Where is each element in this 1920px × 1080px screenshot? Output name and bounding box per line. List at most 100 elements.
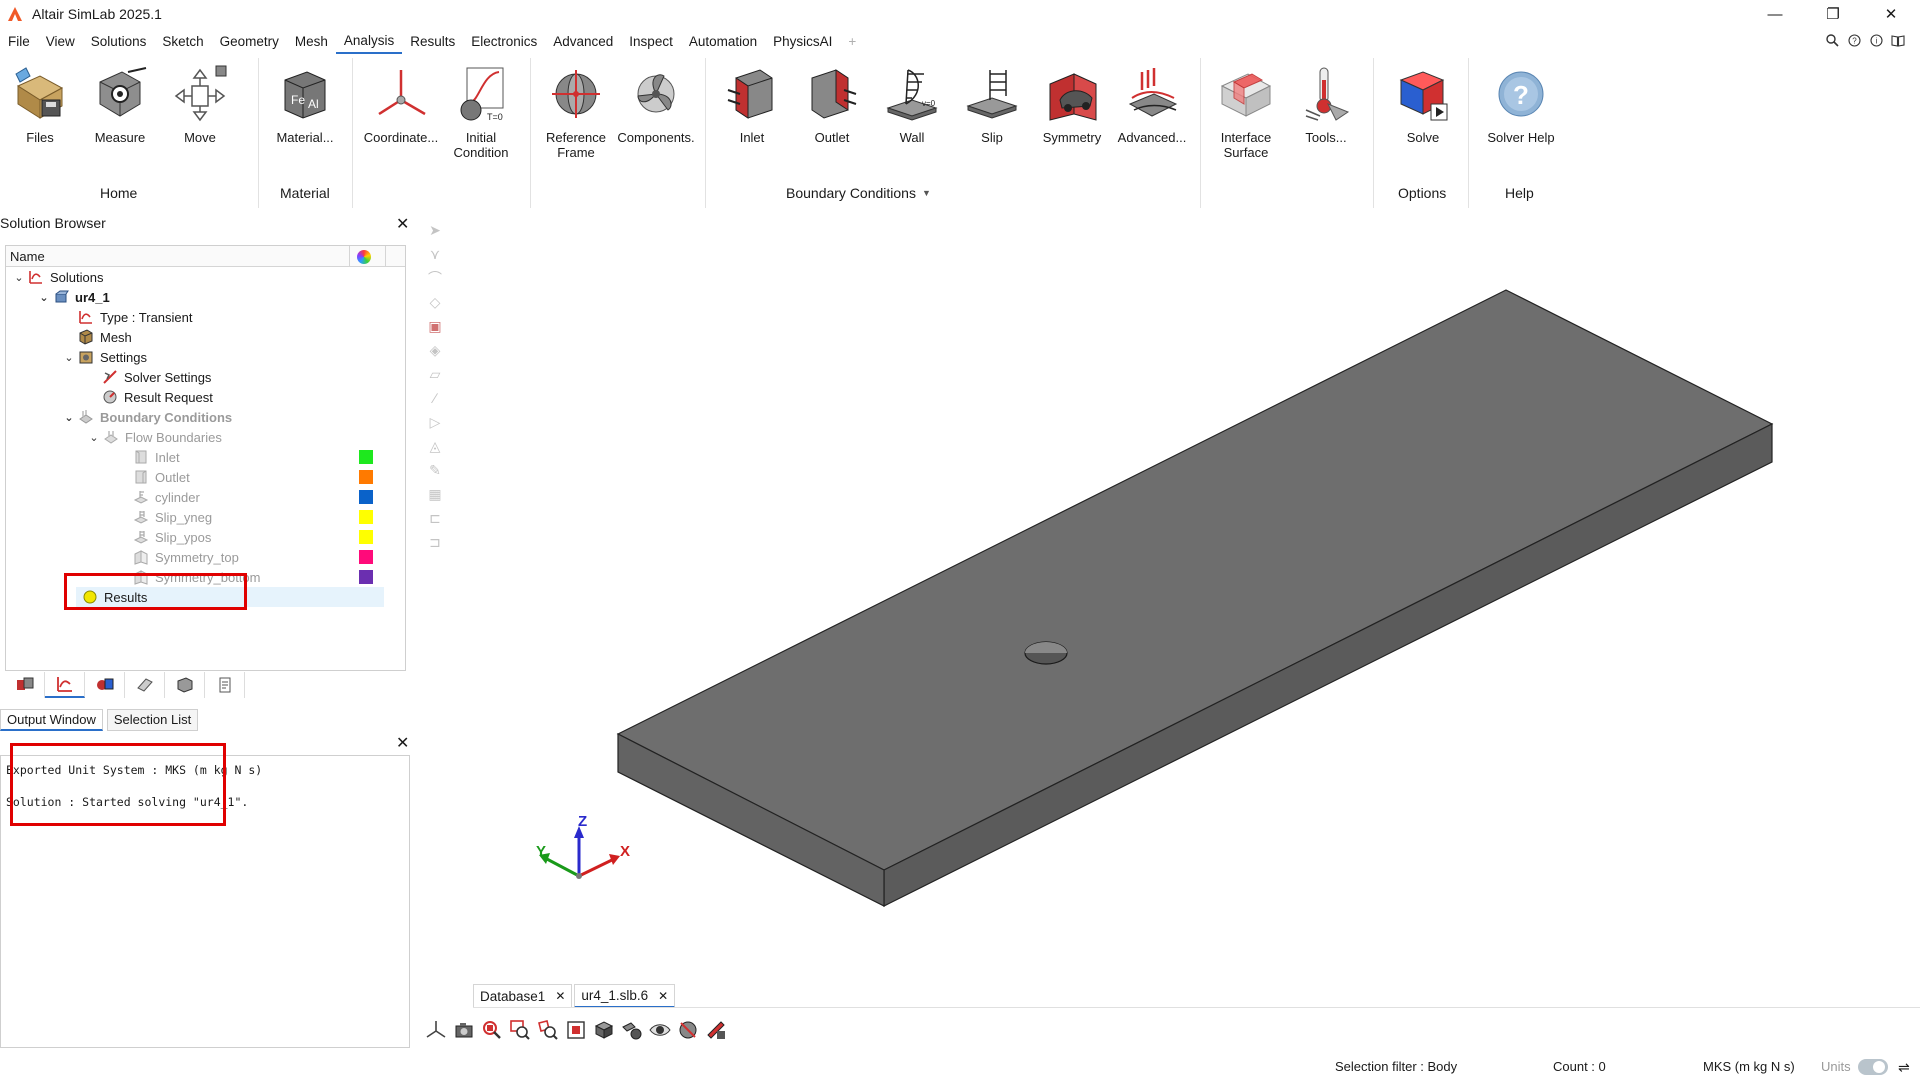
fit-view-icon[interactable] [564, 1018, 588, 1042]
book-icon[interactable] [1890, 32, 1906, 48]
menu-advanced[interactable]: Advanced [545, 31, 621, 53]
column-name-header[interactable]: Name [10, 249, 45, 264]
tree-item-inlet[interactable]: Inlet [131, 447, 180, 467]
unit-system-status[interactable]: MKS (m kg N s) [1703, 1059, 1795, 1074]
interface-surface-button[interactable]: Interface Surface [1206, 58, 1286, 160]
select-box-icon[interactable]: ▦ [420, 482, 450, 506]
minimize-button[interactable]: — [1746, 0, 1804, 28]
doc-tab-database1[interactable]: Database1 ✕ [473, 984, 573, 1008]
notes-browser-tab-icon[interactable] [205, 672, 245, 698]
tab-output-window[interactable]: Output Window [0, 709, 103, 731]
tree-item-boundary-conditions[interactable]: ⌄ Boundary Conditions [62, 407, 232, 427]
measure-button[interactable]: Measure [80, 58, 160, 145]
graphics-viewport[interactable]: Z Y X [450, 210, 1920, 980]
menu-view[interactable]: View [38, 31, 83, 53]
select-triangle-icon[interactable]: ▷ [420, 410, 450, 434]
measure-ruler-icon[interactable] [704, 1018, 728, 1042]
hide-show-icon[interactable] [676, 1018, 700, 1042]
select-pointer-icon[interactable]: ➤ [420, 218, 450, 242]
group-boundary-conditions[interactable]: Boundary Conditions ▼ [786, 185, 931, 201]
chevron-down-icon[interactable]: ⌄ [12, 271, 26, 284]
material-button[interactable]: Fe Al Material... [265, 58, 345, 145]
tree-item-settings[interactable]: ⌄ Settings [62, 347, 147, 367]
slip-ypos-color-swatch[interactable] [359, 530, 373, 544]
menu-sketch[interactable]: Sketch [154, 31, 211, 53]
chevron-down-icon[interactable]: ⌄ [87, 431, 101, 444]
select-misc-icon[interactable]: ⊏ [420, 506, 450, 530]
outlet-button[interactable]: Outlet [792, 58, 872, 145]
menu-automation[interactable]: Automation [681, 31, 765, 53]
tree-item-mesh[interactable]: Mesh [76, 327, 132, 347]
tree-item-slip-yneg[interactable]: Slip_yneg [131, 507, 212, 527]
tree-item-solutions[interactable]: ⌄ Solutions [12, 267, 103, 287]
solve-button[interactable]: Solve [1383, 58, 1463, 145]
select-curve-icon[interactable]: ⌒ [420, 266, 450, 290]
select-misc2-icon[interactable]: ⊐ [420, 530, 450, 554]
select-region-icon[interactable]: ◈ [420, 338, 450, 362]
info-icon[interactable]: i [1868, 32, 1884, 48]
components-button[interactable]: Components. [616, 58, 696, 145]
menu-results[interactable]: Results [402, 31, 463, 53]
tools-button[interactable]: Tools... [1286, 58, 1366, 145]
zoom-fit-icon[interactable] [480, 1018, 504, 1042]
units-toggle[interactable] [1858, 1059, 1888, 1075]
symmetry-top-color-swatch[interactable] [359, 550, 373, 564]
slip-yneg-color-swatch[interactable] [359, 510, 373, 524]
menu-inspect[interactable]: Inspect [621, 31, 681, 53]
caret-down-icon[interactable]: ▼ [922, 188, 931, 198]
select-face-icon[interactable]: ◇ [420, 290, 450, 314]
solution-browser-tab-icon[interactable] [45, 672, 85, 698]
initial-condition-button[interactable]: T=0 Initial Condition [441, 58, 521, 160]
restore-button[interactable]: ❐ [1804, 0, 1862, 28]
doc-tab-close-icon[interactable]: ✕ [555, 989, 565, 1003]
menu-analysis[interactable]: Analysis [335, 30, 403, 54]
chevron-down-icon[interactable]: ⌄ [37, 291, 51, 304]
coordinate-button[interactable]: Coordinate... [361, 58, 441, 145]
tree-item-slip-ypos[interactable]: Slip_ypos [131, 527, 211, 547]
view-camera-icon[interactable] [452, 1018, 476, 1042]
select-plane-icon[interactable]: ▱ [420, 362, 450, 386]
tree-item-cylinder[interactable]: cylinder [131, 487, 200, 507]
display-mode-icon[interactable] [592, 1018, 616, 1042]
advanced-bc-button[interactable]: Advanced... [1112, 58, 1192, 145]
tree-item-outlet[interactable]: Outlet [131, 467, 190, 487]
model-browser-tab-icon[interactable] [5, 672, 45, 698]
add-ribbon-tab-icon[interactable]: + [840, 31, 864, 53]
status-menu-icon[interactable]: ⇌ [1898, 1059, 1910, 1076]
move-button[interactable]: Move [160, 58, 240, 145]
doc-tab-close-icon[interactable]: ✕ [658, 989, 668, 1003]
symmetry-button[interactable]: Symmetry [1032, 58, 1112, 145]
assembly-browser-tab-icon[interactable] [85, 672, 125, 698]
files-button[interactable]: Files [0, 58, 80, 145]
menu-geometry[interactable]: Geometry [212, 31, 287, 53]
chevron-down-icon[interactable]: ⌄ [62, 351, 76, 364]
slip-button[interactable]: Slip [952, 58, 1032, 145]
reference-frame-button[interactable]: Reference Frame [536, 58, 616, 160]
select-edge-icon[interactable]: ⋎ [420, 242, 450, 266]
mesh-browser-tab-icon[interactable] [165, 672, 205, 698]
search-icon[interactable] [1824, 32, 1840, 48]
menu-solutions[interactable]: Solutions [83, 31, 155, 53]
view-axes-icon[interactable] [424, 1018, 448, 1042]
outlet-color-swatch[interactable] [359, 470, 373, 484]
menu-file[interactable]: File [0, 31, 38, 53]
tree-item-ur4-1[interactable]: ⌄ ur4_1 [37, 287, 109, 307]
cylinder-color-swatch[interactable] [359, 490, 373, 504]
tab-selection-list[interactable]: Selection List [106, 709, 199, 731]
help-icon[interactable]: ? [1846, 32, 1862, 48]
tree-item-result-request[interactable]: Result Request [100, 387, 213, 407]
selection-filter-status[interactable]: Selection filter : Body [1335, 1059, 1457, 1074]
select-body-icon[interactable]: ▣ [420, 314, 450, 338]
doc-tab-ur4-1[interactable]: ur4_1.slb.6 ✕ [574, 984, 676, 1008]
solution-browser-close-icon[interactable]: ✕ [396, 214, 409, 234]
geometry-browser-tab-icon[interactable] [125, 672, 165, 698]
zoom-window-icon[interactable] [508, 1018, 532, 1042]
tree-item-solver-settings[interactable]: Solver Settings [100, 367, 211, 387]
zoom-selection-icon[interactable] [536, 1018, 560, 1042]
tree-item-flow-boundaries[interactable]: ⌄ Flow Boundaries [87, 427, 221, 447]
chevron-down-icon[interactable]: ⌄ [62, 411, 76, 424]
menu-physicsai[interactable]: PhysicsAI [765, 31, 840, 53]
select-brush-icon[interactable]: ✎ [420, 458, 450, 482]
menu-mesh[interactable]: Mesh [287, 31, 336, 53]
symmetry-bottom-color-swatch[interactable] [359, 570, 373, 584]
